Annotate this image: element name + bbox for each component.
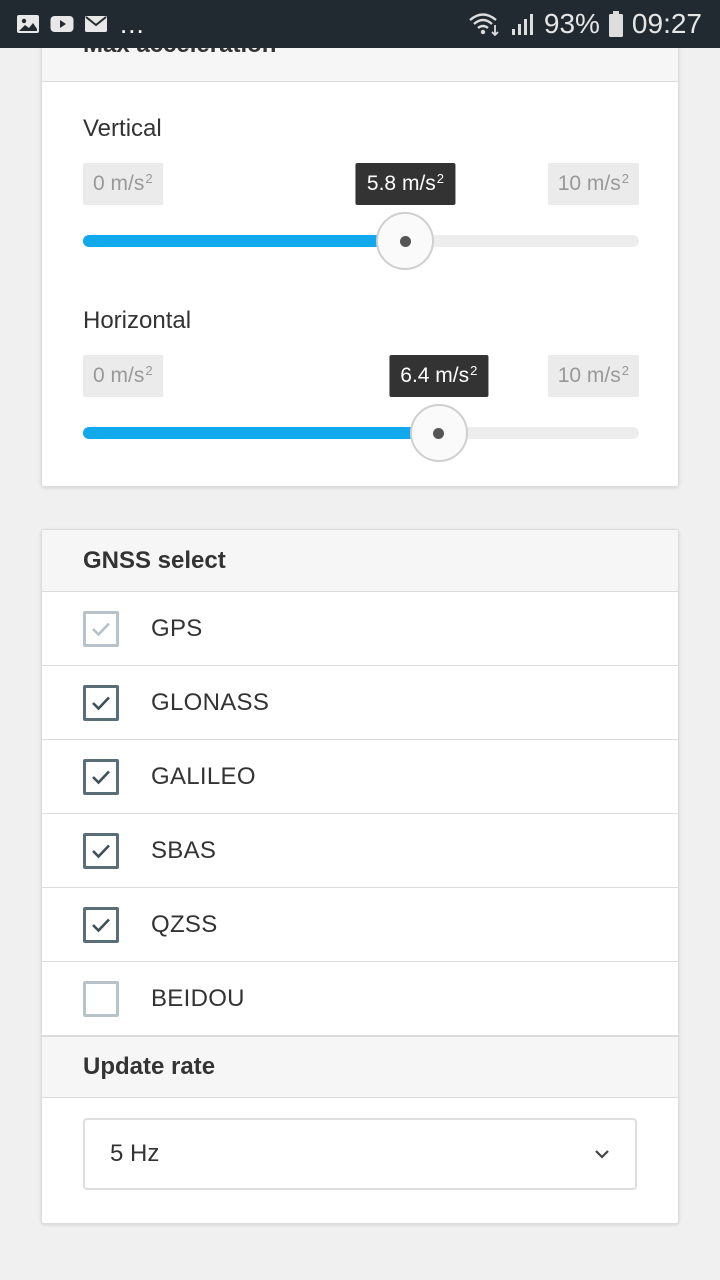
status-bar: ... 93% 09:27	[0, 0, 720, 48]
vertical-min-label: 0 m/s 2	[83, 163, 163, 205]
chevron-down-icon	[593, 1148, 611, 1160]
mail-icon	[85, 16, 107, 32]
horizontal-slider-group: Horizontal 0 m/s 2 6.4 m/s 2 10 m/s 2	[83, 307, 639, 477]
gnss-option-glonass[interactable]: GLONASS	[42, 666, 678, 740]
vertical-max-label: 10 m/s 2	[547, 163, 639, 205]
checkbox[interactable]	[83, 906, 119, 943]
vertical-slider-fill	[83, 235, 406, 247]
gnss-option-label: GPS	[151, 614, 203, 642]
gnss-select-card: GNSS select GPS GLONASS GALILEO SBAS QZSS BEI…	[41, 529, 679, 1224]
gnss-list: GPS GLONASS GALILEO SBAS QZSS BEIDOU	[42, 592, 678, 1036]
update-rate-selected-value: 5 Hz	[110, 1140, 160, 1167]
wifi-icon	[469, 13, 499, 37]
checkbox[interactable]	[83, 684, 119, 721]
vertical-value-tooltip: 5.8 m/s 2	[355, 163, 456, 205]
slider-handle-dot	[433, 427, 445, 439]
gnss-option-label: GALILEO	[151, 762, 256, 790]
checkmark-icon	[92, 696, 110, 710]
slider-handle-dot	[399, 235, 411, 247]
horizontal-value-tooltip: 6.4 m/s 2	[389, 355, 489, 397]
checkmark-icon	[92, 844, 110, 858]
signal-icon	[511, 14, 533, 35]
vertical-slider-track[interactable]	[83, 235, 639, 247]
gnss-option-sbas[interactable]: SBAS	[42, 814, 678, 888]
image-icon	[17, 15, 39, 33]
more-notifications-indicator: ...	[120, 9, 145, 39]
update-rate-select[interactable]: 5 Hz	[83, 1118, 637, 1190]
checkmark-icon	[92, 622, 110, 636]
horizontal-slider-track[interactable]	[83, 427, 639, 439]
horizontal-slider-fill	[83, 427, 439, 439]
youtube-icon	[50, 16, 74, 32]
horizontal-min-label: 0 m/s 2	[83, 355, 163, 397]
clock: 09:27	[631, 8, 702, 39]
gnss-option-label: GLONASS	[151, 688, 270, 716]
vertical-slider-group: Vertical 0 m/s 2 5.8 m/s 2 10 m/s 2	[83, 115, 639, 285]
vertical-label: Vertical	[83, 115, 162, 142]
settings-scroll-area[interactable]: Max acceleration Vertical 0 m/s2 5.8 m/s…	[0, 48, 720, 1280]
horizontal-max-label: 10 m/s 2	[547, 355, 639, 397]
update-rate-select-wrap: 5 Hz	[42, 1098, 678, 1190]
gnss-option-gps: GPS	[42, 592, 678, 666]
gnss-option-beidou[interactable]: BEIDOU	[42, 962, 678, 1036]
gnss-option-galileo[interactable]: GALILEO	[42, 740, 678, 814]
max-acceleration-header: Max acceleration	[42, 48, 678, 82]
max-acceleration-card: Max acceleration Vertical 0 m/s2 5.8 m/s…	[41, 48, 679, 487]
vertical-slider-handle[interactable]	[376, 212, 435, 270]
battery-icon	[608, 11, 623, 37]
gnss-option-label: SBAS	[151, 836, 217, 864]
checkbox[interactable]	[83, 980, 119, 1017]
checkbox	[83, 610, 119, 647]
checkmark-icon	[92, 918, 110, 932]
gnss-option-label: QZSS	[151, 910, 218, 938]
checkbox[interactable]	[83, 832, 119, 869]
gnss-select-header: GNSS select	[42, 530, 678, 592]
battery-percent: 93%	[543, 8, 600, 39]
checkmark-icon	[92, 770, 110, 784]
update-rate-header: Update rate	[42, 1036, 678, 1098]
checkbox[interactable]	[83, 758, 119, 795]
horizontal-slider-handle[interactable]	[409, 404, 468, 462]
gnss-option-label: BEIDOU	[151, 984, 245, 1012]
gnss-option-qzss[interactable]: QZSS	[42, 888, 678, 962]
horizontal-label: Horizontal	[83, 307, 192, 334]
